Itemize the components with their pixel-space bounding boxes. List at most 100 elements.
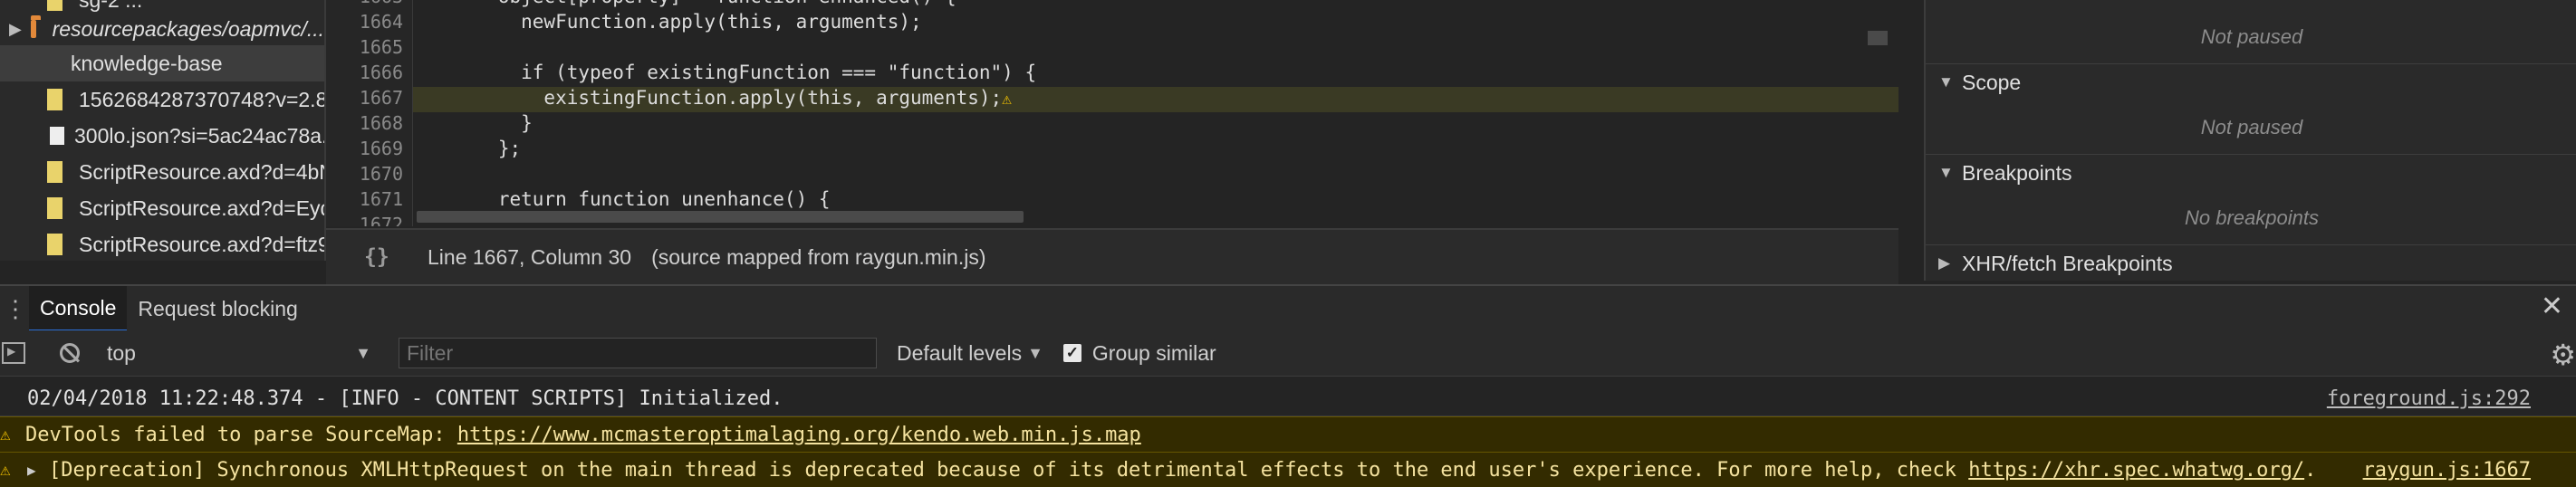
clear-console-icon[interactable]: [60, 343, 80, 363]
expand-arrow-icon[interactable]: ▶: [27, 462, 49, 479]
code-line: return function unenhance() {: [429, 188, 1898, 214]
tree-item[interactable]: ScriptResource.axd?d=ftz9...: [0, 226, 324, 261]
help-link[interactable]: https://xhr.spec.whatwg.org/: [1968, 459, 2304, 482]
show-sidebar-icon[interactable]: [2, 342, 25, 364]
line-number-gutter[interactable]: 1663 1664 1665 1666 1667 1668 1669 1670 …: [326, 0, 413, 226]
code-text: object[property] = function enhanced() {: [429, 0, 956, 7]
code-line: }: [429, 112, 1898, 138]
tree-folder[interactable]: ▶ resourcepackages/oapmvc/...: [0, 11, 324, 47]
tree-item-label: ScriptResource.axd?d=Eyd...: [79, 196, 326, 220]
code-text: existingFunction.apply(this, arguments);: [429, 87, 1003, 109]
expand-arrow-icon[interactable]: ▶: [9, 20, 22, 39]
line-number[interactable]: 1667: [360, 87, 403, 109]
console-warning: ⚠ DevTools failed to parse SourceMap: ht…: [0, 416, 2576, 453]
code-text: return function unenhance() {: [429, 188, 831, 210]
line-number[interactable]: 1669: [360, 138, 403, 159]
console-output: 02/04/2018 11:22:48.374 - [INFO - CONTEN…: [0, 377, 2576, 487]
call-stack-message: Not paused: [2200, 25, 2303, 48]
code-text: if (typeof existingFunction === "functio…: [429, 62, 1037, 83]
collapse-arrow-icon: ▼: [1938, 164, 1954, 181]
source-editor[interactable]: 1663 1664 1665 1666 1667 1668 1669 1670 …: [326, 0, 1898, 226]
cursor-position: Line 1667, Column 30: [428, 244, 632, 269]
console-warning: ⚠ ▶ [Deprecation] Synchronous XMLHttpReq…: [0, 452, 2576, 487]
tree-item[interactable]: knowledge-base: [0, 45, 324, 81]
message-text: DevTools failed to parse SourceMap:: [25, 423, 457, 446]
tree-item-label: 1562684287370748?v=2.8...: [79, 87, 326, 111]
warning-icon: ⚠: [0, 460, 11, 480]
debugger-sidebar: Not paused ▼ Scope Not paused ▼ Breakpoi…: [1924, 0, 2576, 281]
group-similar-label: Group similar: [1091, 340, 1216, 365]
pretty-print-button[interactable]: {}: [364, 245, 409, 269]
file-icon: [50, 127, 64, 145]
tree-item[interactable]: ScriptResource.axd?d=4bN...: [0, 154, 324, 190]
line-number[interactable]: 1666: [360, 62, 403, 83]
warning-icon[interactable]: ⚠: [1002, 90, 1012, 109]
line-number[interactable]: 1672: [360, 214, 403, 226]
horizontal-scrollbar[interactable]: [417, 211, 1024, 223]
section-title: Scope: [1962, 70, 2022, 94]
line-number[interactable]: 1664: [360, 11, 403, 33]
context-selector[interactable]: top ▼: [107, 341, 380, 366]
tree-item-label: 300lo.json?si=5ac24ac78a...: [74, 123, 326, 148]
tree-item[interactable]: 1562684287370748?v=2.8...: [0, 81, 324, 118]
gear-icon[interactable]: ⚙: [2550, 338, 2576, 372]
close-drawer-icon[interactable]: ✕: [2541, 291, 2563, 322]
console-toolbar: top ▼ Default levels ▼ ✓ Group similar ⚙: [0, 330, 2576, 377]
dropdown-arrow-icon: ▼: [1027, 343, 1043, 362]
file-icon: [47, 161, 62, 183]
filter-input[interactable]: [399, 338, 877, 368]
group-similar-checkbox[interactable]: ✓: [1062, 344, 1081, 362]
code-line: newFunction.apply(this, arguments);: [429, 11, 1898, 36]
breakpoints-section-header[interactable]: ▼ Breakpoints: [1926, 154, 2576, 191]
code-text: }: [429, 112, 533, 134]
line-number[interactable]: 1670: [360, 163, 403, 185]
section-title: Breakpoints: [1962, 160, 2072, 185]
tree-item-label: ScriptResource.axd?d=4bN...: [79, 159, 326, 184]
section-title: XHR/fetch Breakpoints: [1962, 251, 2173, 275]
message-suffix: .: [2304, 458, 2317, 482]
warning-icon: ⚠: [0, 425, 11, 444]
collapse-arrow-icon: ▼: [1938, 73, 1954, 91]
breakpoints-message: No breakpoints: [2185, 206, 2319, 229]
code-line: };: [429, 138, 1898, 163]
dropdown-arrow-icon: ▼: [355, 343, 371, 362]
tree-item[interactable]: ScriptResource.axd?d=Eyd...: [0, 190, 324, 226]
file-icon: [47, 197, 62, 219]
line-number[interactable]: 1663: [360, 0, 403, 7]
log-levels-label: Default levels: [897, 340, 1023, 365]
sourcemap-link[interactable]: https://www.mcmasteroptimalaging.org/ken…: [457, 424, 1141, 446]
scope-section-header[interactable]: ▼ Scope: [1926, 63, 2576, 100]
vertical-scrollbar[interactable]: [1868, 31, 1888, 45]
tree-item-label: knowledge-base: [71, 51, 223, 75]
tree-item[interactable]: 300lo.json?si=5ac24ac78a...: [0, 118, 324, 154]
line-number[interactable]: 1668: [360, 112, 403, 134]
code-text: };: [429, 138, 522, 159]
drawer-tab-bar: ⋮ Console Request blocking ✕: [0, 284, 2576, 332]
message-text: 02/04/2018 11:22:48.374 - [INFO - CONTEN…: [27, 387, 783, 410]
devtools-window: sg-2 ... ▶ resourcepackages/oapmvc/... k…: [0, 0, 2576, 487]
code-text: newFunction.apply(this, arguments);: [429, 11, 922, 33]
editor-status-bar: {} Line 1667, Column 30 (source mapped f…: [326, 228, 1898, 284]
tab-console[interactable]: Console: [29, 286, 128, 331]
tab-request-blocking[interactable]: Request blocking: [127, 287, 308, 330]
xhr-breakpoints-section-header[interactable]: ▶ XHR/fetch Breakpoints: [1926, 244, 2576, 281]
source-link[interactable]: raygun.js:1667: [2363, 459, 2531, 482]
scope-message: Not paused: [2200, 116, 2303, 138]
code-line: object[property] = function enhanced() {: [429, 0, 1898, 11]
folder-icon: [30, 15, 41, 38]
expand-arrow-icon: ▶: [1938, 254, 1951, 272]
line-number[interactable]: 1665: [360, 36, 403, 58]
tree-item-label: resourcepackages/oapmvc/...: [52, 16, 324, 41]
file-icon: [47, 89, 62, 110]
line-number[interactable]: 1671: [360, 188, 403, 210]
context-value: top: [107, 340, 136, 365]
file-tree: sg-2 ... ▶ resourcepackages/oapmvc/... k…: [0, 0, 326, 261]
code-line: if (typeof existingFunction === "functio…: [429, 62, 1898, 87]
log-levels-dropdown[interactable]: Default levels ▼: [897, 341, 1043, 366]
file-icon: [47, 0, 62, 11]
source-map-note: (source mapped from raygun.min.js): [651, 244, 986, 269]
more-options-icon[interactable]: ⋮: [2, 295, 29, 323]
source-link[interactable]: foreground.js:292: [2327, 387, 2531, 410]
